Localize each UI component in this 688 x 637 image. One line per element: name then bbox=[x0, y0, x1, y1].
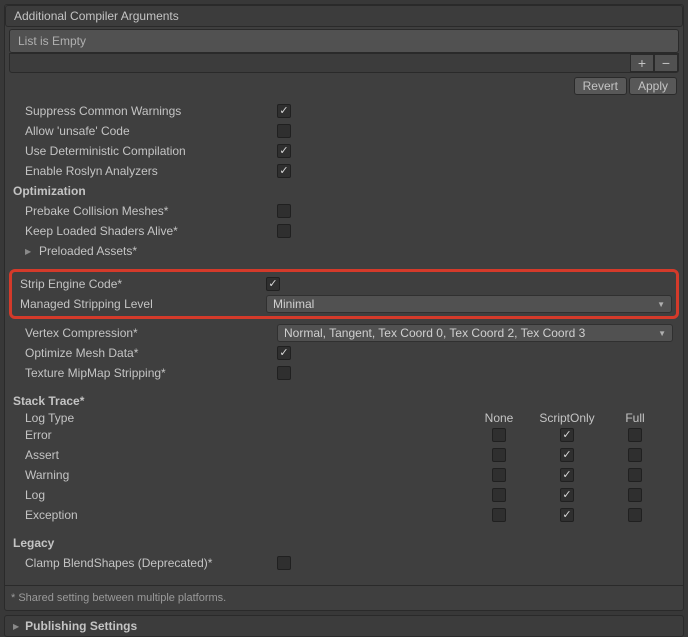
texture-mipmap-row: Texture MipMap Stripping* bbox=[11, 363, 677, 383]
clamp-blendshapes-row: Clamp BlendShapes (Deprecated)* bbox=[11, 553, 677, 573]
preloaded-assets-label: Preloaded Assets* bbox=[39, 244, 137, 258]
prebake-label: Prebake Collision Meshes* bbox=[25, 204, 277, 218]
publishing-settings-title: Publishing Settings bbox=[25, 619, 137, 633]
publishing-settings-foldout[interactable]: ▶ Publishing Settings bbox=[4, 615, 684, 637]
warning-label: Warning bbox=[25, 468, 465, 482]
add-button[interactable]: + bbox=[630, 54, 654, 72]
legacy-title: Legacy bbox=[13, 536, 54, 550]
roslyn-row: Enable Roslyn Analyzers bbox=[11, 161, 677, 181]
scriptonly-header: ScriptOnly bbox=[533, 411, 601, 425]
chevron-down-icon: ▼ bbox=[657, 300, 665, 309]
roslyn-label: Enable Roslyn Analyzers bbox=[25, 164, 277, 178]
stack-row-warning: Warning bbox=[11, 465, 677, 485]
chevron-right-icon: ▶ bbox=[25, 247, 35, 256]
allow-unsafe-row: Allow 'unsafe' Code bbox=[11, 121, 677, 141]
error-label: Error bbox=[25, 428, 465, 442]
stack-row-exception: Exception bbox=[11, 505, 677, 525]
suppress-warnings-label: Suppress Common Warnings bbox=[25, 104, 277, 118]
arguments-list-empty: List is Empty bbox=[9, 29, 679, 53]
panel-title: Additional Compiler Arguments bbox=[14, 9, 179, 23]
warning-none-checkbox[interactable] bbox=[492, 468, 506, 482]
stack-trace-title: Stack Trace* bbox=[13, 394, 84, 408]
logtype-header: Log Type bbox=[25, 411, 277, 425]
assert-scriptonly-checkbox[interactable] bbox=[560, 448, 574, 462]
list-footer: + − bbox=[9, 53, 679, 73]
assert-none-checkbox[interactable] bbox=[492, 448, 506, 462]
keep-shaders-checkbox[interactable] bbox=[277, 224, 291, 238]
exception-full-checkbox[interactable] bbox=[628, 508, 642, 522]
log-scriptonly-checkbox[interactable] bbox=[560, 488, 574, 502]
clamp-blendshapes-checkbox[interactable] bbox=[277, 556, 291, 570]
stack-row-error: Error bbox=[11, 425, 677, 445]
error-none-checkbox[interactable] bbox=[492, 428, 506, 442]
none-header: None bbox=[465, 411, 533, 425]
chevron-right-icon: ▶ bbox=[13, 622, 19, 631]
exception-scriptonly-checkbox[interactable] bbox=[560, 508, 574, 522]
stack-trace-header: Log Type None ScriptOnly Full bbox=[11, 411, 677, 425]
suppress-warnings-checkbox[interactable] bbox=[277, 104, 291, 118]
actions-row: Revert Apply bbox=[5, 73, 683, 101]
stack-trace-section: Stack Trace* bbox=[11, 391, 677, 411]
managed-stripping-row: Managed Stripping Level Minimal ▼ bbox=[12, 294, 676, 314]
additional-compiler-arguments-panel: Additional Compiler Arguments List is Em… bbox=[4, 4, 684, 611]
revert-button[interactable]: Revert bbox=[574, 77, 627, 95]
texture-mipmap-checkbox[interactable] bbox=[277, 366, 291, 380]
managed-stripping-dropdown[interactable]: Minimal ▼ bbox=[266, 295, 672, 313]
exception-none-checkbox[interactable] bbox=[492, 508, 506, 522]
assert-label: Assert bbox=[25, 448, 465, 462]
highlighted-stripping-section: Strip Engine Code* Managed Stripping Lev… bbox=[9, 269, 679, 319]
suppress-warnings-row: Suppress Common Warnings bbox=[11, 101, 677, 121]
plus-icon: + bbox=[638, 56, 646, 70]
error-scriptonly-checkbox[interactable] bbox=[560, 428, 574, 442]
clamp-blendshapes-label: Clamp BlendShapes (Deprecated)* bbox=[25, 556, 277, 570]
allow-unsafe-checkbox[interactable] bbox=[277, 124, 291, 138]
optimization-section: Optimization bbox=[11, 181, 677, 201]
vertex-compression-dropdown[interactable]: Normal, Tangent, Tex Coord 0, Tex Coord … bbox=[277, 324, 673, 342]
optimize-mesh-checkbox[interactable] bbox=[277, 346, 291, 360]
assert-full-checkbox[interactable] bbox=[628, 448, 642, 462]
panel-title-bar: Additional Compiler Arguments bbox=[5, 5, 683, 27]
managed-stripping-label: Managed Stripping Level bbox=[20, 297, 266, 311]
chevron-down-icon: ▼ bbox=[658, 329, 666, 338]
full-header: Full bbox=[601, 411, 669, 425]
warning-scriptonly-checkbox[interactable] bbox=[560, 468, 574, 482]
preloaded-assets-row[interactable]: ▶ Preloaded Assets* bbox=[11, 241, 677, 261]
optimization-title: Optimization bbox=[13, 184, 86, 198]
legacy-section: Legacy bbox=[11, 533, 677, 553]
keep-shaders-row: Keep Loaded Shaders Alive* bbox=[11, 221, 677, 241]
log-label: Log bbox=[25, 488, 465, 502]
strip-engine-row: Strip Engine Code* bbox=[12, 274, 676, 294]
strip-engine-label: Strip Engine Code* bbox=[20, 277, 266, 291]
log-none-checkbox[interactable] bbox=[492, 488, 506, 502]
roslyn-checkbox[interactable] bbox=[277, 164, 291, 178]
optimize-mesh-row: Optimize Mesh Data* bbox=[11, 343, 677, 363]
log-full-checkbox[interactable] bbox=[628, 488, 642, 502]
remove-button[interactable]: − bbox=[654, 54, 678, 72]
strip-engine-checkbox[interactable] bbox=[266, 277, 280, 291]
apply-button[interactable]: Apply bbox=[629, 77, 677, 95]
error-full-checkbox[interactable] bbox=[628, 428, 642, 442]
deterministic-label: Use Deterministic Compilation bbox=[25, 144, 277, 158]
prebake-row: Prebake Collision Meshes* bbox=[11, 201, 677, 221]
deterministic-checkbox[interactable] bbox=[277, 144, 291, 158]
allow-unsafe-label: Allow 'unsafe' Code bbox=[25, 124, 277, 138]
vertex-compression-value: Normal, Tangent, Tex Coord 0, Tex Coord … bbox=[284, 326, 585, 340]
stack-row-assert: Assert bbox=[11, 445, 677, 465]
shared-setting-footnote: * Shared setting between multiple platfo… bbox=[5, 585, 683, 610]
prebake-checkbox[interactable] bbox=[277, 204, 291, 218]
minus-icon: − bbox=[662, 56, 670, 70]
stack-row-log: Log bbox=[11, 485, 677, 505]
vertex-compression-row: Vertex Compression* Normal, Tangent, Tex… bbox=[11, 323, 677, 343]
exception-label: Exception bbox=[25, 508, 465, 522]
warning-full-checkbox[interactable] bbox=[628, 468, 642, 482]
optimize-mesh-label: Optimize Mesh Data* bbox=[25, 346, 277, 360]
deterministic-row: Use Deterministic Compilation bbox=[11, 141, 677, 161]
keep-shaders-label: Keep Loaded Shaders Alive* bbox=[25, 224, 277, 238]
vertex-compression-label: Vertex Compression* bbox=[25, 326, 277, 340]
texture-mipmap-label: Texture MipMap Stripping* bbox=[25, 366, 277, 380]
managed-stripping-value: Minimal bbox=[273, 297, 314, 311]
